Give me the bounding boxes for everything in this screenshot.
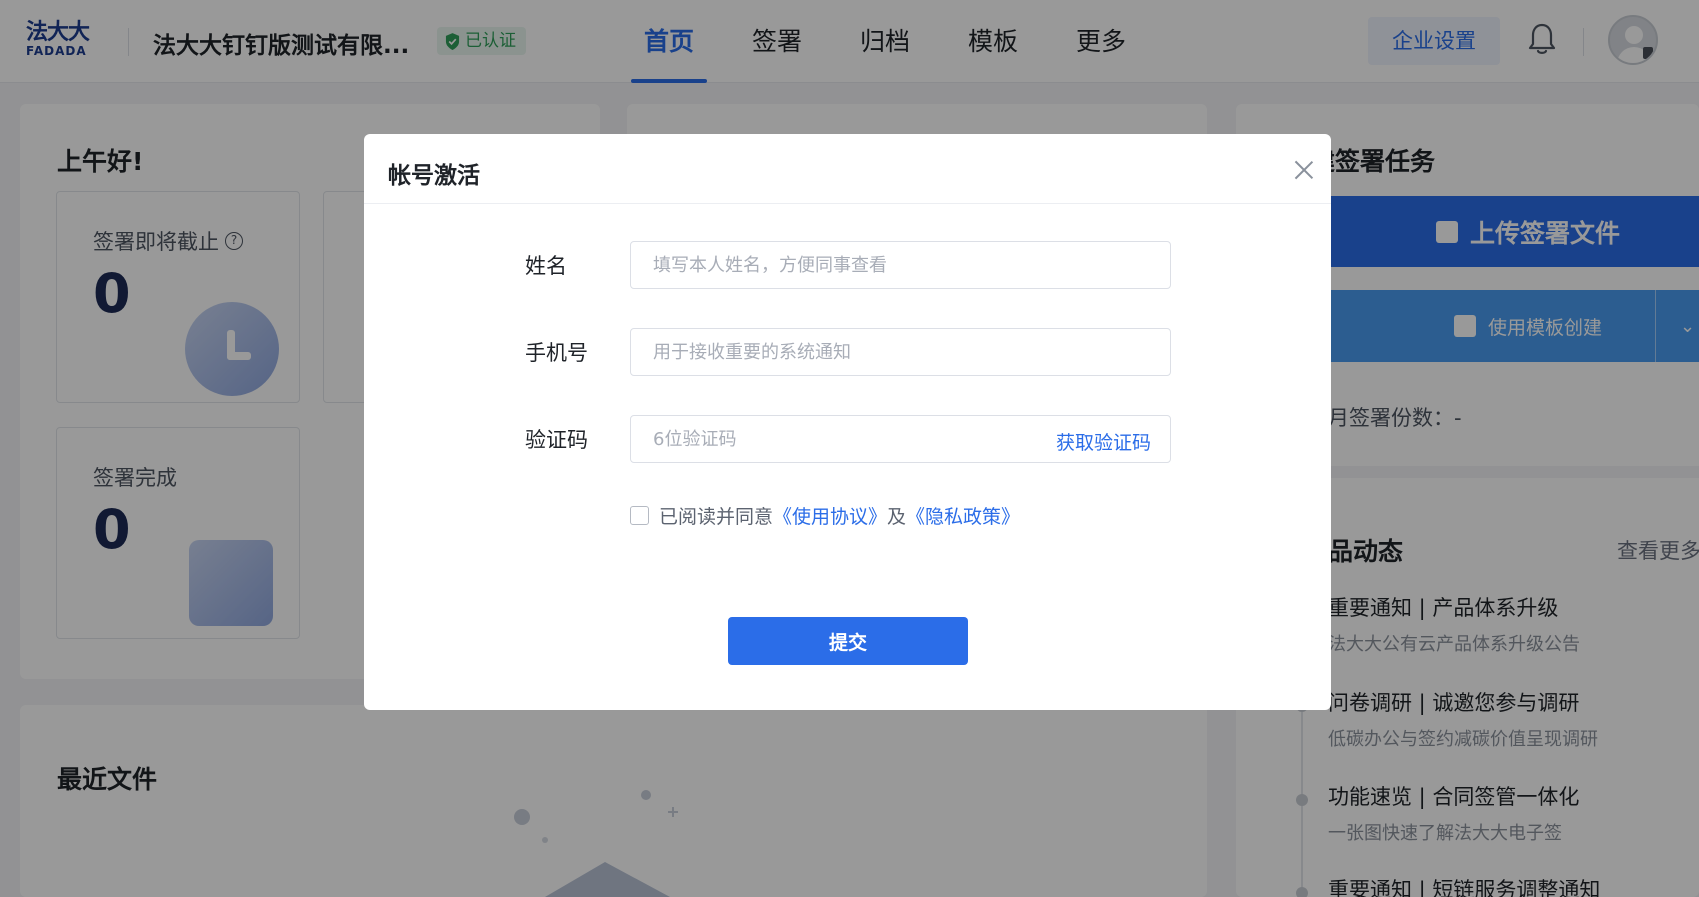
code-label: 验证码 [525, 428, 588, 452]
phone-label: 手机号 [525, 341, 588, 365]
name-label: 姓名 [525, 254, 567, 278]
get-code-link[interactable]: 获取验证码 [1056, 428, 1151, 455]
dialog-header: 帐号激活 [364, 134, 1331, 204]
terms-link[interactable]: 《使用协议》 [773, 502, 887, 529]
privacy-link[interactable]: 《隐私政策》 [906, 502, 1020, 529]
name-field[interactable] [630, 241, 1171, 289]
account-activation-dialog: 帐号激活 姓名 手机号 验证码 获取验证码 已阅读并同意 《使用协议》 及 《隐… [364, 134, 1331, 710]
dialog-title: 帐号激活 [388, 163, 480, 189]
agreement-row: 已阅读并同意 《使用协议》 及 《隐私政策》 [630, 502, 1020, 529]
submit-button[interactable]: 提交 [728, 617, 968, 665]
close-icon[interactable] [1294, 160, 1314, 180]
phone-field[interactable] [630, 328, 1171, 376]
agree-checkbox[interactable] [630, 506, 649, 525]
agree-prefix: 已阅读并同意 [659, 506, 774, 528]
agree-joiner: 及 [887, 506, 907, 528]
